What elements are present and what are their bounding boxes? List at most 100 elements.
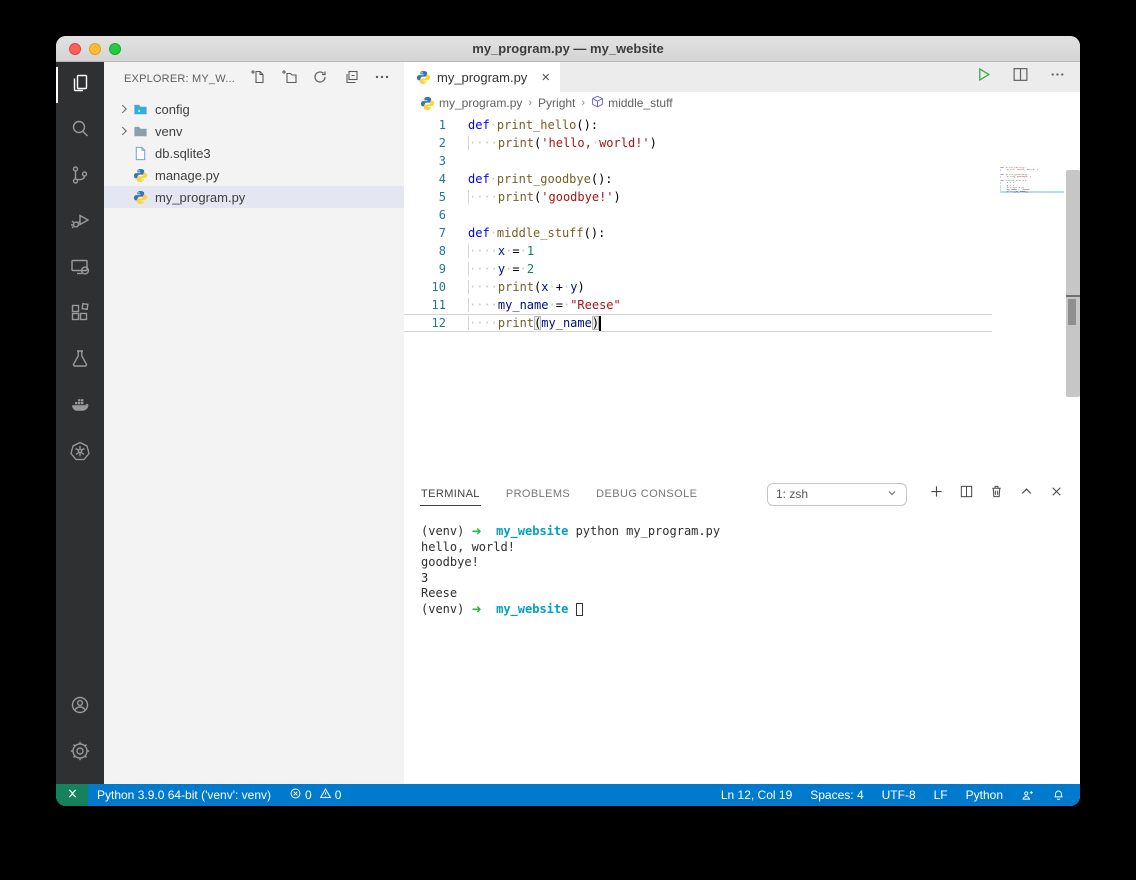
tree-item-label: manage.py: [155, 168, 219, 183]
docker-whale-icon: [68, 393, 92, 422]
prompt-arrow: ➜: [472, 602, 482, 616]
terminal-line: hello, world!: [421, 540, 1080, 556]
collapse-all-icon[interactable]: [343, 69, 359, 90]
error-count: 0: [305, 788, 312, 802]
breadcrumb-separator: ›: [527, 97, 533, 109]
bottom-panel: TERMINAL PROBLEMS DEBUG CONSOLE 1: zsh: [404, 478, 1080, 784]
tree-item-venv[interactable]: venv: [104, 120, 404, 142]
run-debug-icon: [68, 209, 92, 238]
maximize-panel-icon[interactable]: [1019, 484, 1034, 504]
activity-run-debug[interactable]: [56, 200, 104, 246]
split-editor-icon[interactable]: [1012, 66, 1029, 88]
folder-icon: [132, 123, 149, 139]
line-number: 7: [404, 226, 446, 240]
activity-account[interactable]: [56, 684, 104, 730]
tree-item-my_program.py[interactable]: my_program.py: [104, 186, 404, 208]
activity-search[interactable]: [56, 108, 104, 154]
prompt-directory: my_website: [496, 524, 568, 538]
tree-item-db.sqlite3[interactable]: db.sqlite3: [104, 142, 404, 164]
code-editor[interactable]: 1def·print_hello():2····print('hello,·wo…: [404, 114, 1080, 478]
indentation-status[interactable]: Spaces: 4: [801, 784, 872, 806]
kill-terminal-icon[interactable]: [989, 484, 1004, 504]
code-line-2[interactable]: 2····print('hello,·world!'): [404, 134, 992, 152]
chevron-down-icon: [886, 487, 898, 502]
tab-debug-console[interactable]: DEBUG CONSOLE: [595, 482, 698, 506]
tree-item-config[interactable]: config: [104, 98, 404, 120]
language-mode-status[interactable]: Python: [957, 784, 1012, 806]
terminal-line: goodbye!: [421, 555, 1080, 571]
code-line-6[interactable]: 6: [404, 206, 992, 224]
activity-extensions[interactable]: [56, 292, 104, 338]
notifications-bell-icon[interactable]: [1043, 784, 1074, 806]
activity-explorer[interactable]: [56, 62, 104, 108]
activity-testing[interactable]: [56, 338, 104, 384]
tab-my-program[interactable]: my_program.py ×: [404, 62, 560, 92]
chevron-right-icon[interactable]: [116, 123, 132, 139]
folder-config-icon: [132, 101, 149, 117]
code-line-7[interactable]: 7def·middle_stuff():: [404, 224, 992, 242]
explorer-title: EXPLORER: MY_W...: [124, 73, 250, 85]
activity-docker[interactable]: [56, 384, 104, 430]
terminal-line: Reese: [421, 586, 1080, 602]
cursor-position-status[interactable]: Ln 12, Col 19: [712, 784, 801, 806]
problems-status[interactable]: 0 0: [280, 784, 350, 806]
tree-item-label: my_program.py: [155, 190, 245, 205]
remote-icon: [66, 787, 79, 803]
new-folder-icon[interactable]: [281, 69, 297, 90]
tab-close-icon[interactable]: ×: [541, 70, 550, 85]
chevron-right-icon[interactable]: [116, 101, 132, 117]
tree-indent: [116, 189, 132, 205]
titlebar: my_program.py — my_website: [56, 36, 1080, 62]
refresh-icon[interactable]: [312, 69, 328, 90]
tree-item-label: config: [155, 102, 190, 117]
new-terminal-icon[interactable]: [929, 484, 944, 504]
editor-tabs-bar: my_program.py ×: [404, 62, 1080, 92]
editor-scrollbar[interactable]: [1066, 170, 1080, 397]
tab-terminal[interactable]: TERMINAL: [420, 482, 481, 506]
code-line-9[interactable]: 9····y·=·2: [404, 260, 992, 278]
code-line-5[interactable]: 5····print('goodbye!'): [404, 188, 992, 206]
activity-settings[interactable]: [56, 730, 104, 776]
activity-source-control[interactable]: [56, 154, 104, 200]
code-line-8[interactable]: 8····x·=·1: [404, 242, 992, 260]
python-icon: [416, 70, 431, 85]
breadcrumb-symbol[interactable]: middle_stuff: [591, 95, 672, 111]
terminal-line: (venv) ➜ my_website python my_program.py: [421, 524, 1080, 540]
terminal-shell-select[interactable]: 1: zsh: [767, 483, 907, 506]
remote-explorer-icon: [68, 255, 92, 284]
tab-problems[interactable]: PROBLEMS: [505, 482, 571, 506]
python-interpreter-status[interactable]: Python 3.9.0 64-bit ('venv': venv): [88, 784, 280, 806]
run-file-icon[interactable]: [975, 66, 992, 88]
more-actions-icon[interactable]: [374, 69, 390, 90]
activity-kubernetes[interactable]: [56, 430, 104, 476]
tree-item-manage.py[interactable]: manage.py: [104, 164, 404, 186]
breadcrumb-pyright[interactable]: Pyright: [538, 96, 575, 110]
eol-status[interactable]: LF: [925, 784, 957, 806]
close-window-button[interactable]: [69, 43, 81, 55]
breadcrumb-file[interactable]: my_program.py: [420, 96, 522, 111]
split-terminal-icon[interactable]: [959, 484, 974, 504]
minimap[interactable]: def·print_hello():····print('hello,·worl…: [1000, 167, 1064, 193]
scrollbar-thumb[interactable]: [1068, 299, 1076, 325]
zoom-window-button[interactable]: [109, 43, 121, 55]
tab-label: my_program.py: [437, 70, 527, 85]
activity-bar: [56, 62, 104, 784]
python-icon: [132, 167, 149, 183]
prompt-directory: my_website: [496, 602, 568, 616]
activity-remote-explorer[interactable]: [56, 246, 104, 292]
close-panel-icon[interactable]: [1049, 484, 1064, 504]
more-editor-actions-icon[interactable]: [1049, 66, 1066, 88]
terminal-output[interactable]: (venv) ➜ my_website python my_program.py…: [404, 510, 1080, 617]
code-line-12[interactable]: 12····print(my_name): [404, 314, 992, 332]
code-line-10[interactable]: 10····print(x·+·y): [404, 278, 992, 296]
code-line-11[interactable]: 11····my_name·=·"Reese": [404, 296, 992, 314]
code-line-4[interactable]: 4def·print_goodbye():: [404, 170, 992, 188]
feedback-icon[interactable]: [1012, 784, 1043, 806]
encoding-status[interactable]: UTF-8: [873, 784, 925, 806]
new-file-icon[interactable]: [250, 69, 266, 90]
remote-indicator[interactable]: [56, 784, 88, 806]
vscode-window: my_program.py — my_website: [56, 36, 1080, 806]
minimize-window-button[interactable]: [89, 43, 101, 55]
code-line-3[interactable]: 3: [404, 152, 992, 170]
code-line-1[interactable]: 1def·print_hello():: [404, 116, 992, 134]
